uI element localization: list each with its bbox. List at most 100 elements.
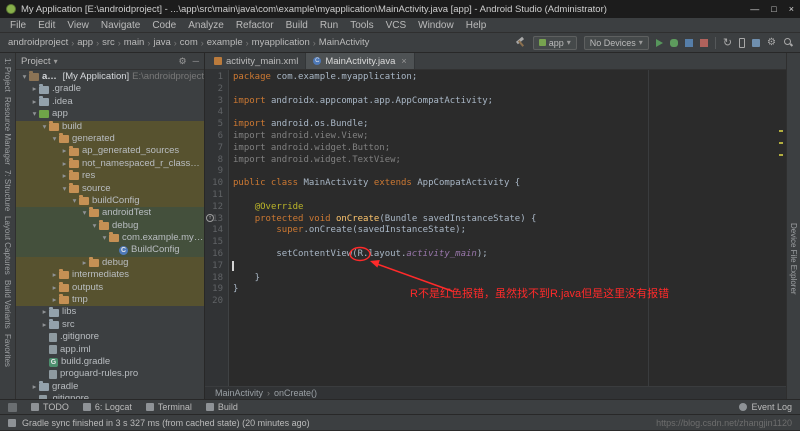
crumb-MainActivity[interactable]: MainActivity: [317, 37, 372, 48]
debug-button-icon[interactable]: [670, 39, 678, 47]
tree-toggle-icon[interactable]: [80, 257, 89, 269]
tree-toggle-icon[interactable]: [80, 207, 89, 219]
tree-item-source[interactable]: source: [16, 183, 204, 195]
tree-item-build[interactable]: build: [16, 121, 204, 133]
tree-item-debug[interactable]: debug: [16, 257, 204, 269]
menu-navigate[interactable]: Navigate: [95, 20, 146, 31]
tree-toggle-icon[interactable]: [30, 83, 39, 95]
override-method-icon[interactable]: ↑: [206, 214, 214, 222]
code-line[interactable]: import android.widget.TextView;: [233, 155, 786, 167]
menu-edit[interactable]: Edit: [32, 20, 61, 31]
tree-item-app[interactable]: app: [16, 108, 204, 120]
tree-toggle-icon[interactable]: [60, 183, 69, 195]
avd-manager-icon[interactable]: [739, 38, 745, 48]
tree-item-outputs[interactable]: outputs: [16, 282, 204, 294]
code-line[interactable]: }: [233, 273, 786, 285]
menu-view[interactable]: View: [61, 20, 95, 31]
code-line[interactable]: @Override: [233, 202, 786, 214]
tree-item-androidproject[interactable]: androidproject[My Application]E:\android…: [16, 71, 204, 83]
tree-toggle-icon[interactable]: [60, 145, 69, 157]
tree-item-com.example.myapplication[interactable]: com.example.myapplication: [16, 232, 204, 244]
tool-strip-layout-captures[interactable]: Layout Captures: [3, 216, 12, 275]
code-line[interactable]: [233, 107, 786, 119]
code-line[interactable]: package com.example.myapplication;: [233, 72, 786, 84]
tool-strip-favorites[interactable]: Favorites: [3, 334, 12, 367]
tree-item-.gitignore[interactable]: .gitignore: [16, 393, 204, 399]
tool-strip-build-variants[interactable]: Build Variants: [3, 280, 12, 329]
tree-item-generated[interactable]: generated: [16, 133, 204, 145]
code-line[interactable]: [233, 237, 786, 249]
tab-MainActivity.java[interactable]: CMainActivity.java×: [306, 53, 414, 69]
code-line[interactable]: [233, 166, 786, 178]
tool-window-button-terminal[interactable]: Terminal: [146, 402, 192, 412]
crumb-app[interactable]: app: [75, 37, 95, 48]
tree-item-.gitignore[interactable]: .gitignore: [16, 331, 204, 343]
menu-tools[interactable]: Tools: [344, 20, 379, 31]
tree-toggle-icon[interactable]: [60, 158, 69, 170]
code-line[interactable]: import android.os.Bundle;: [233, 119, 786, 131]
tree-item-src[interactable]: src: [16, 319, 204, 331]
tool-window-button-todo[interactable]: TODO: [31, 402, 69, 412]
tree-toggle-icon[interactable]: [20, 71, 29, 83]
code-line[interactable]: [233, 261, 786, 273]
code-area[interactable]: package com.example.myapplication; impor…: [229, 70, 786, 386]
menu-analyze[interactable]: Analyze: [182, 20, 230, 31]
profile-button-icon[interactable]: [685, 39, 693, 47]
tool-window-button--logcat[interactable]: 6: Logcat: [83, 402, 132, 412]
crumb-src[interactable]: src: [100, 37, 117, 48]
menu-code[interactable]: Code: [146, 20, 182, 31]
code-line[interactable]: super.onCreate(savedInstanceState);: [233, 225, 786, 237]
crumb-example[interactable]: example: [205, 37, 245, 48]
crumb-myapplication[interactable]: myapplication: [250, 37, 312, 48]
tree-toggle-icon[interactable]: [40, 306, 49, 318]
tree-toggle-icon[interactable]: [50, 294, 59, 306]
code-line[interactable]: [233, 84, 786, 96]
tree-toggle-icon[interactable]: [60, 170, 69, 182]
menu-help[interactable]: Help: [460, 20, 493, 31]
hide-panel-icon[interactable]: ─: [193, 56, 199, 67]
tree-toggle-icon[interactable]: [50, 133, 59, 145]
tree-item-.gradle[interactable]: .gradle: [16, 83, 204, 95]
build-hammer-icon[interactable]: [515, 37, 526, 48]
code-line[interactable]: protected void onCreate(Bundle savedInst…: [233, 214, 786, 226]
tree-item-buildConfig[interactable]: buildConfig: [16, 195, 204, 207]
tree-item-gradle[interactable]: gradle: [16, 381, 204, 393]
editor-crumb-onCreate[interactable]: onCreate(): [274, 388, 317, 398]
tree-toggle-icon[interactable]: [90, 220, 99, 232]
sdk-manager-icon[interactable]: [752, 39, 760, 47]
tree-item-not_namespaced_r_class_sources[interactable]: not_namespaced_r_class_sources: [16, 158, 204, 170]
tree-toggle-icon[interactable]: [50, 269, 59, 281]
menu-build[interactable]: Build: [280, 20, 314, 31]
tree-item-intermediates[interactable]: intermediates: [16, 269, 204, 281]
tab-activity_main.xml[interactable]: activity_main.xml: [207, 53, 306, 69]
close-icon[interactable]: ×: [401, 56, 406, 66]
code-line[interactable]: import androidx.appcompat.app.AppCompatA…: [233, 96, 786, 108]
maximize-button[interactable]: □: [771, 4, 776, 14]
tree-item-build.gradle[interactable]: Gbuild.gradle: [16, 356, 204, 368]
search-icon[interactable]: [783, 37, 794, 48]
tree-item-BuildConfig[interactable]: CBuildConfig: [16, 244, 204, 256]
warning-stripe-mark[interactable]: [779, 142, 783, 144]
gradle-sync-icon[interactable]: [723, 38, 732, 48]
code-line[interactable]: import android.widget.Button;: [233, 143, 786, 155]
menu-run[interactable]: Run: [314, 20, 344, 31]
code-line[interactable]: setContentView(R.layout.activity_main);: [233, 249, 786, 261]
editor-crumb-MainActivity[interactable]: MainActivity: [215, 388, 263, 398]
tool-strip--structure[interactable]: 7: Structure: [3, 170, 12, 211]
tree-item-ap_generated_sources[interactable]: ap_generated_sources: [16, 145, 204, 157]
crumb-com[interactable]: com: [178, 37, 200, 48]
tree-item-app.iml[interactable]: app.iml: [16, 344, 204, 356]
project-panel-header[interactable]: Project ⚙ ─: [16, 53, 204, 70]
code-line[interactable]: [233, 190, 786, 202]
tool-strip--project[interactable]: 1: Project: [3, 58, 12, 92]
tree-toggle-icon[interactable]: [30, 381, 39, 393]
settings-gear-icon[interactable]: [767, 38, 776, 48]
warning-stripe-mark[interactable]: [779, 130, 783, 132]
tree-toggle-icon[interactable]: [40, 319, 49, 331]
tree-toggle-icon[interactable]: [30, 96, 39, 108]
tool-strip-device-file-explorer[interactable]: Device File Explorer: [789, 223, 798, 295]
crumb-main[interactable]: main: [122, 37, 147, 48]
crumb-java[interactable]: java: [151, 37, 172, 48]
warning-stripe-mark[interactable]: [779, 154, 783, 156]
tree-toggle-icon[interactable]: [40, 121, 49, 133]
